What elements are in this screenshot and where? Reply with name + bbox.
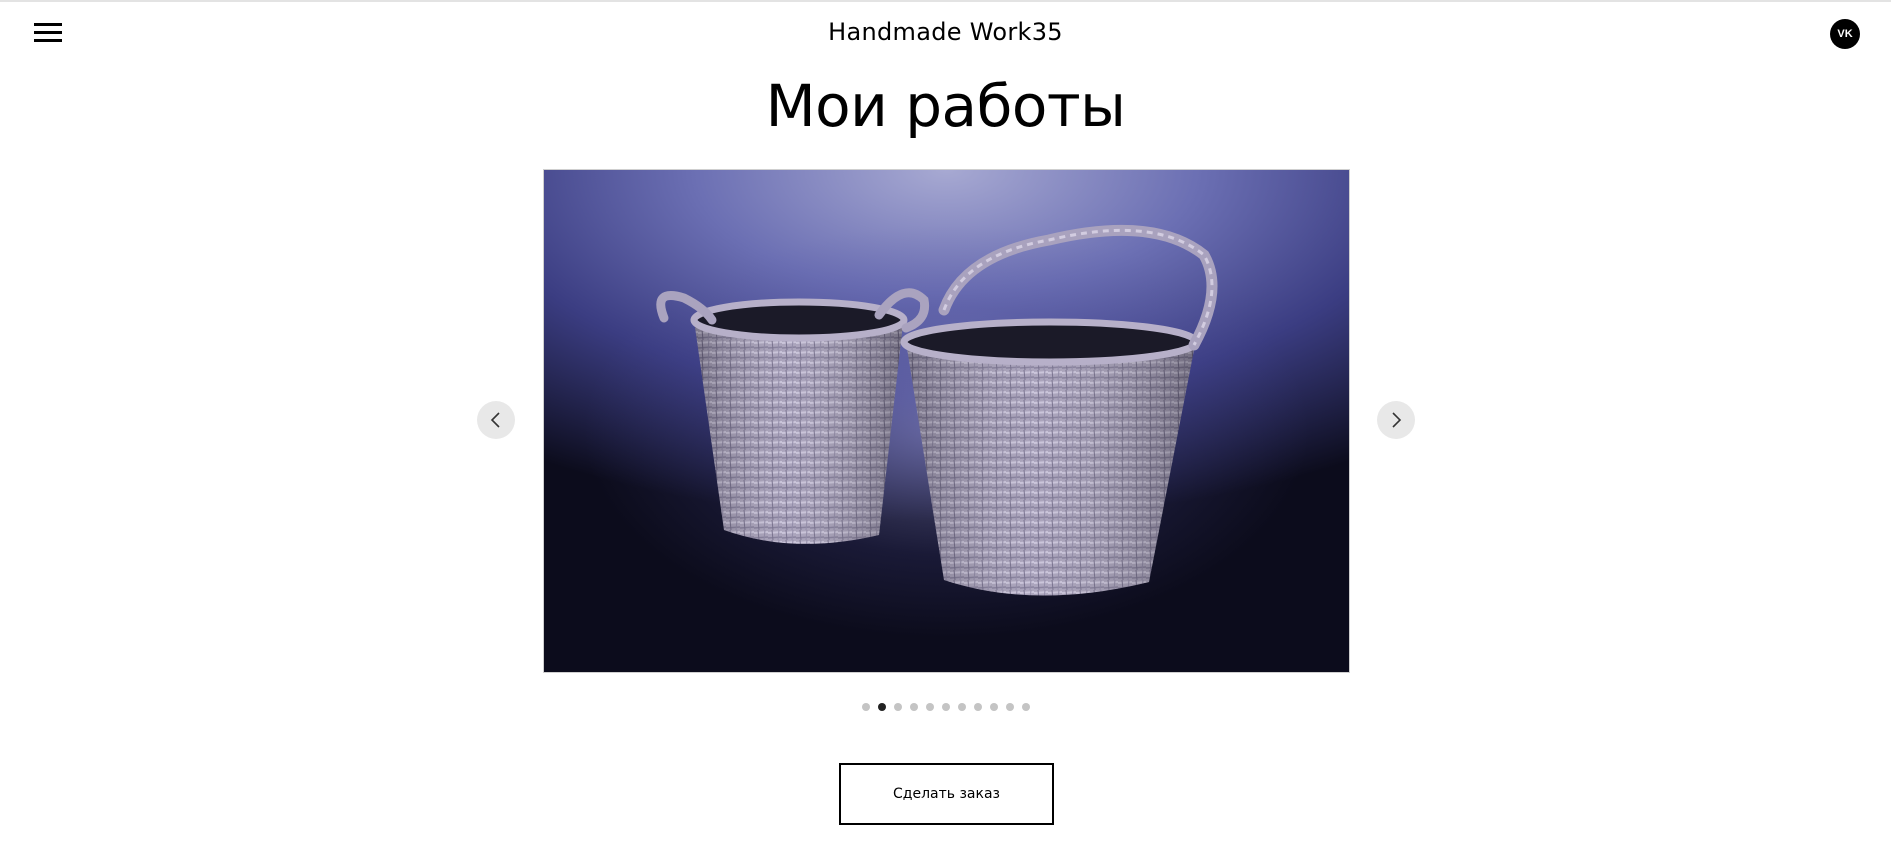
wicker-baskets-image: [656, 224, 1218, 596]
slider-next-button[interactable]: [1377, 401, 1415, 439]
slider-prev-button[interactable]: [477, 401, 515, 439]
slider-dot[interactable]: [877, 703, 886, 711]
slider-dot[interactable]: [941, 703, 950, 711]
top-border: [0, 0, 1891, 2]
slider-dot[interactable]: [909, 703, 918, 711]
page-title: Мои работы: [765, 72, 1126, 140]
slider-dot[interactable]: [957, 703, 966, 711]
chevron-left-icon: [490, 412, 500, 428]
gallery-slider[interactable]: [543, 169, 1350, 673]
slider-dot[interactable]: [989, 703, 998, 711]
slider-dot[interactable]: [861, 703, 870, 711]
slider-dot[interactable]: [973, 703, 982, 711]
chevron-right-icon: [1392, 412, 1402, 428]
slider-dot[interactable]: [1005, 703, 1014, 711]
slider-dot[interactable]: [1021, 703, 1030, 711]
slider-dot[interactable]: [893, 703, 902, 711]
small-basket: [656, 288, 930, 544]
site-title[interactable]: Handmade Work35: [0, 18, 1891, 46]
make-order-button[interactable]: Сделать заказ: [839, 763, 1054, 825]
slider-dot[interactable]: [925, 703, 934, 711]
vk-icon[interactable]: VK: [1830, 19, 1860, 49]
slider-pagination: [0, 700, 1891, 714]
large-basket: [900, 224, 1218, 596]
